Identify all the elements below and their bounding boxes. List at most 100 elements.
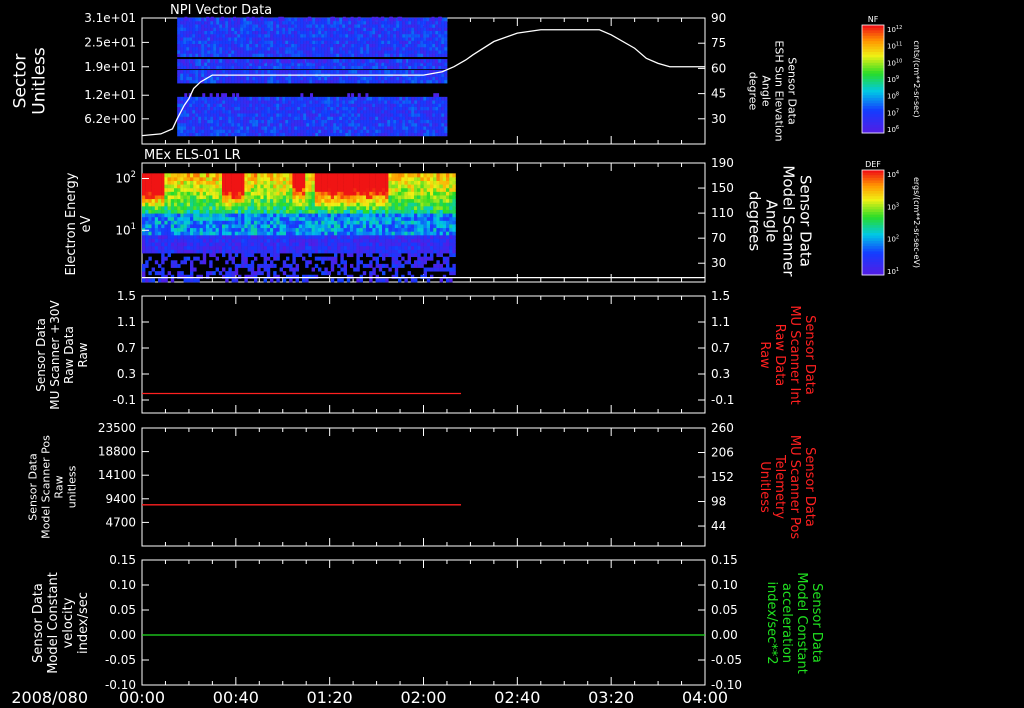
- npi-cell: [195, 116, 199, 121]
- npi-cell: [387, 65, 391, 70]
- npi-cell: [354, 53, 358, 58]
- els-cell: [202, 256, 207, 261]
- npi-cell: [258, 116, 262, 121]
- npi-cell: [249, 126, 253, 130]
- npi-cell: [204, 40, 208, 45]
- els-cell: [241, 180, 245, 185]
- npi-cell: [192, 27, 196, 31]
- els-cell: [366, 231, 370, 236]
- npi-cell: [321, 50, 325, 54]
- els-cell: [177, 242, 181, 247]
- npi-cell: [369, 59, 373, 63]
- els-cell: [167, 238, 171, 243]
- els-cell: [167, 234, 171, 239]
- els-cell: [161, 271, 165, 276]
- els-cell: [212, 242, 216, 247]
- els-cell: [206, 176, 210, 181]
- npi-cell: [375, 62, 379, 66]
- els-cell: [311, 195, 315, 200]
- npi-cell: [360, 17, 364, 22]
- els-cell: [263, 231, 267, 236]
- npi-cell: [216, 24, 220, 28]
- npi-cell: [210, 59, 214, 63]
- npi-cell: [348, 132, 352, 137]
- npi-cell: [309, 103, 313, 108]
- els-cell: [161, 176, 165, 181]
- els-cell: [286, 187, 290, 192]
- els-cell: [199, 191, 203, 196]
- els-cell: [142, 242, 146, 247]
- npi-cell: [429, 50, 433, 54]
- els-cell: [266, 224, 271, 229]
- npi-cell: [381, 116, 385, 121]
- els-cell: [327, 198, 331, 203]
- npi-cell: [288, 50, 292, 54]
- els-cell: [292, 227, 296, 232]
- npi-cell: [423, 24, 427, 28]
- els-cell: [308, 253, 312, 258]
- npi-cell: [333, 65, 337, 70]
- els-cell: [305, 238, 309, 243]
- els-cell: [382, 271, 386, 276]
- npi-cell: [186, 24, 190, 28]
- els-cell: [148, 173, 152, 178]
- npi-cell: [408, 116, 412, 121]
- els-cell: [266, 180, 271, 185]
- els-cell: [190, 227, 194, 232]
- npi-cell: [429, 62, 433, 66]
- els-cell: [382, 253, 386, 258]
- els-cell: [343, 234, 347, 239]
- npi-cell: [432, 113, 436, 117]
- els-cell: [183, 180, 187, 185]
- npi-cell: [438, 16, 442, 21]
- els-cell: [334, 205, 338, 210]
- npi-cell: [252, 103, 256, 108]
- npi-cell: [372, 109, 376, 114]
- npi-cell: [255, 79, 259, 84]
- els-cell: [260, 195, 264, 200]
- npi-cell: [408, 119, 412, 124]
- npi-cell: [237, 116, 241, 121]
- npi-cell: [351, 132, 355, 137]
- npi-cell: [357, 30, 361, 35]
- npi-cell: [375, 46, 379, 51]
- els-cell: [385, 216, 389, 221]
- els-cell: [250, 205, 255, 210]
- els-cell: [346, 187, 351, 192]
- npi-cell: [339, 59, 343, 63]
- els-cell: [148, 198, 152, 203]
- npi-cell: [438, 40, 442, 45]
- npi-cell: [357, 109, 361, 114]
- els-cell: [302, 173, 306, 178]
- npi-cell: [177, 40, 181, 45]
- npi-cell: [399, 40, 403, 45]
- npi-cell: [420, 40, 424, 45]
- els-cell: [196, 173, 200, 178]
- els-cell: [289, 220, 293, 225]
- npi-cell: [231, 65, 235, 70]
- els-cell: [337, 209, 341, 214]
- npi-cell: [249, 70, 253, 74]
- els-cell: [254, 245, 258, 250]
- npi-cell: [276, 126, 280, 130]
- npi-cell: [342, 103, 346, 108]
- npi-cell: [318, 132, 322, 137]
- els-cell: [257, 176, 261, 181]
- npi-cell: [402, 17, 406, 22]
- npi-cell: [273, 100, 277, 104]
- npi-cell: [177, 37, 181, 41]
- els-cell: [276, 187, 280, 192]
- els-cell: [350, 187, 354, 192]
- npi-cell: [360, 106, 364, 111]
- npi-cell: [321, 43, 325, 48]
- npi-cell: [414, 100, 418, 104]
- npi-cell: [372, 76, 376, 81]
- els-cell: [343, 245, 347, 250]
- npi-cell: [417, 46, 421, 51]
- npi-cell: [297, 30, 301, 35]
- els-spectrogram: [142, 173, 456, 283]
- els-cell: [254, 202, 258, 207]
- els-cell: [161, 191, 165, 196]
- els-cell: [334, 231, 338, 236]
- els-cell: [340, 220, 344, 225]
